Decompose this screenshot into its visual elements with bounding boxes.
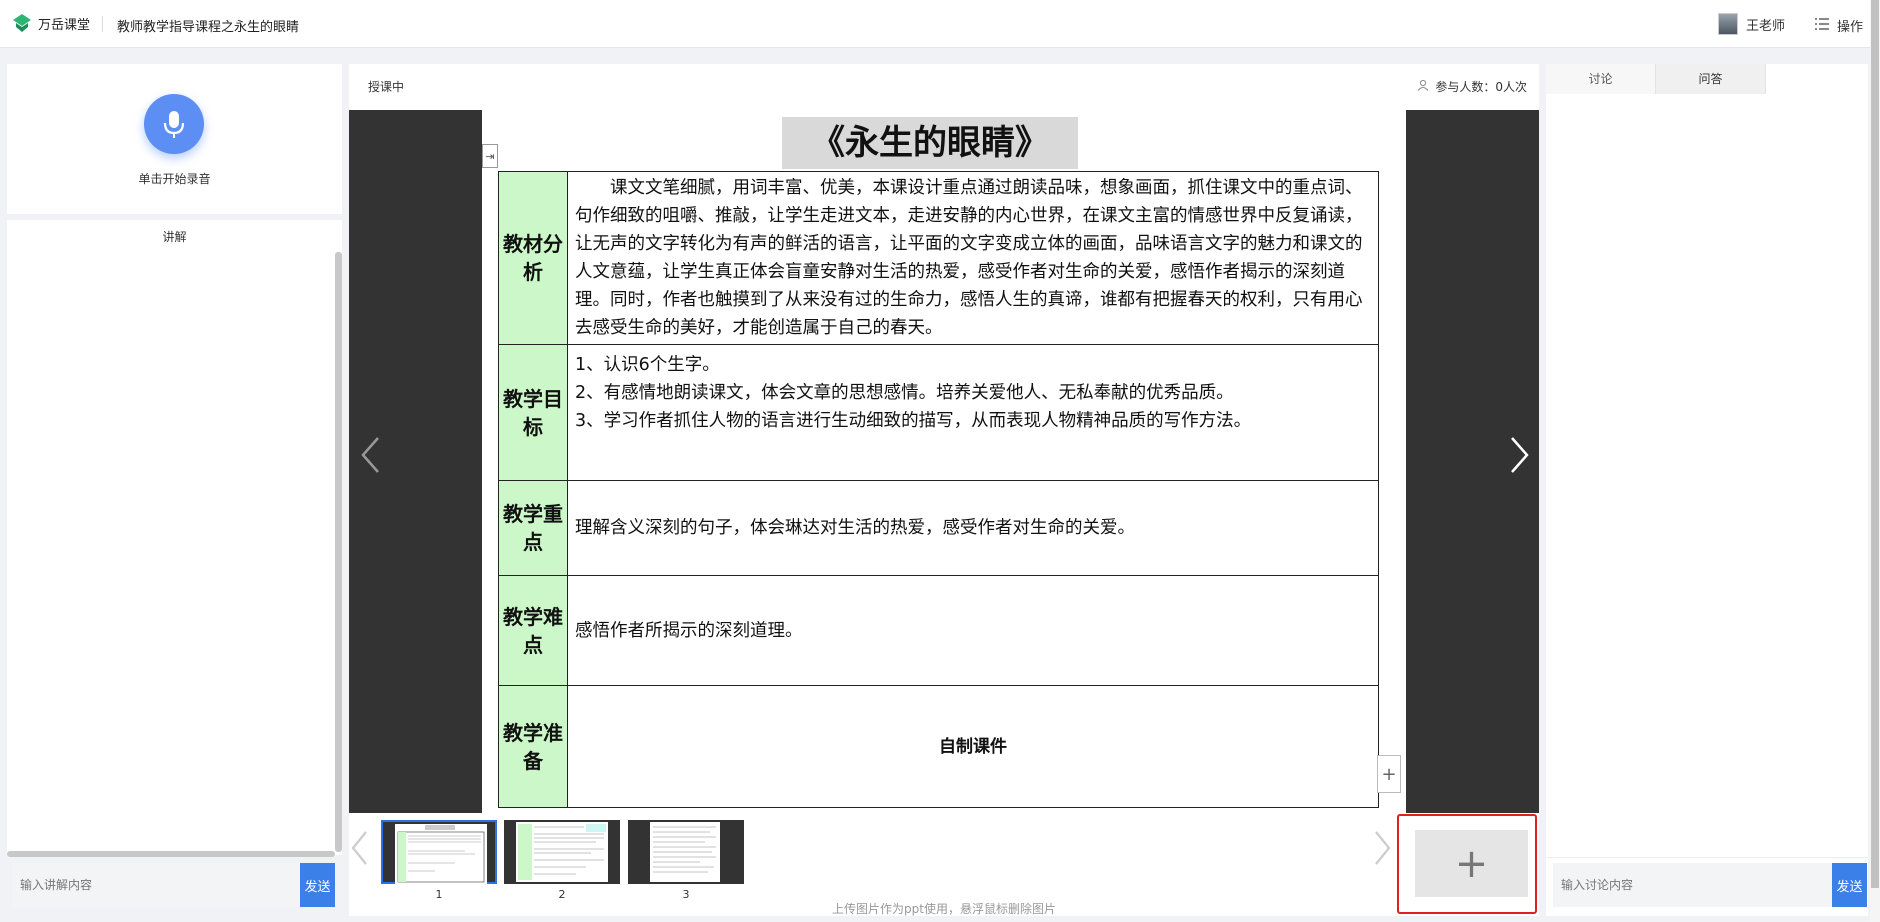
brand-logo[interactable]: 万岳课堂 <box>12 13 90 33</box>
interaction-tabs: 讨论 问答 <box>1546 64 1766 94</box>
header-divider <box>102 16 103 32</box>
tab-discussion[interactable]: 讨论 <box>1546 64 1656 94</box>
participant-text: 参与人数：0人次 <box>1435 80 1527 94</box>
row-label: 教学目标 <box>498 344 568 481</box>
course-title: 教师教学指导课程之永生的眼睛 <box>117 20 300 35</box>
thumbnail-image <box>395 824 487 884</box>
chevron-left-icon <box>351 831 367 865</box>
slide-thumbnail-2[interactable] <box>504 820 620 884</box>
row-text: 理解含义深刻的句子，体会琳达对生活的热爱，感受作者对生命的关爱。 <box>567 480 1379 576</box>
page-scrollbar[interactable] <box>1870 0 1880 922</box>
chevron-right-icon <box>1511 437 1529 473</box>
row-label: 教学重点 <box>498 480 568 576</box>
row-text: 自制课件 <box>567 685 1379 808</box>
microphone-icon <box>163 111 185 138</box>
user-icon <box>1417 79 1429 94</box>
table-row: 教学难点 感悟作者所揭示的深刻道理。 <box>498 575 1379 686</box>
collapse-icon[interactable]: ⇥ <box>482 144 498 168</box>
record-button[interactable] <box>144 94 204 154</box>
explain-panel: 讲解 <box>7 220 342 857</box>
add-image-button[interactable]: + <box>1415 830 1528 897</box>
goal-line: 3、学习作者抓住人物的语言进行生动细致的描写，从而表现人物精神品质的写作方法。 <box>575 411 1252 431</box>
prev-slide-button[interactable] <box>359 435 381 482</box>
row-text: 课文文笔细腻，用词丰富、优美，本课设计重点通过朗读品味，想象画面，抓住课文中的重… <box>567 171 1379 345</box>
logo-icon <box>12 13 32 33</box>
record-label: 单击开始录音 <box>138 172 211 186</box>
avatar <box>1718 13 1738 35</box>
table-row: 教材分析 课文文笔细腻，用词丰富、优美，本课设计重点通过朗读品味，想象画面，抓住… <box>498 171 1379 345</box>
slide-page: 《永生的眼睛》 ⇥ 教材分析 课文文笔细腻，用词丰富、优美，本课设计重点通过朗读… <box>482 110 1406 813</box>
thumbnail-image <box>516 822 608 882</box>
slide-thumbnail-1[interactable] <box>381 820 497 884</box>
user-name: 王老师 <box>1746 18 1786 34</box>
menu-icon <box>1815 17 1829 34</box>
row-text: 感悟作者所揭示的深刻道理。 <box>567 575 1379 686</box>
user-menu[interactable]: 王老师 <box>1718 13 1785 35</box>
discussion-input[interactable] <box>1553 863 1838 907</box>
explain-title: 讲解 <box>162 230 187 244</box>
table-row: 教学重点 理解含义深刻的句子，体会琳达对生活的热爱，感受作者对生命的关爱。 <box>498 480 1379 576</box>
presentation-panel: 授课中 参与人数：0人次 《永生的眼睛》 ⇥ 教材分析 课文文笔细腻，用词丰富、… <box>349 64 1539 916</box>
slide-title: 《永生的眼睛》 <box>782 117 1078 169</box>
explain-scrollbar[interactable] <box>335 252 342 852</box>
lesson-plan-table: 教材分析 课文文笔细腻，用词丰富、优美，本课设计重点通过朗读品味，想象画面，抓住… <box>498 171 1379 808</box>
chevron-left-icon <box>361 437 379 473</box>
add-image-area: + <box>1397 814 1537 914</box>
top-header: 万岳课堂 教师教学指导课程之永生的眼睛 王老师 操作 <box>0 0 1880 48</box>
zoom-in-button[interactable]: + <box>1377 755 1401 793</box>
table-row: 教学准备 自制课件 <box>498 685 1379 808</box>
slide-thumbnail-3[interactable] <box>628 820 744 884</box>
tab-qa[interactable]: 问答 <box>1656 64 1766 94</box>
row-label: 教学难点 <box>498 575 568 686</box>
class-status: 授课中 <box>368 80 405 94</box>
row-text: 1、认识6个生字。 2、有感情地朗读课文，体会文章的思想感情。培养关爱他人、无私… <box>567 344 1379 481</box>
operations-menu[interactable]: 操作 <box>1815 16 1863 35</box>
page-scrollbar-thumb[interactable] <box>1871 0 1879 888</box>
slide-viewer: 《永生的眼睛》 ⇥ 教材分析 课文文笔细腻，用词丰富、优美，本课设计重点通过朗读… <box>349 110 1539 813</box>
interaction-panel: 讨论 问答 <box>1546 64 1868 916</box>
explain-send-button[interactable]: 发送 <box>300 863 335 907</box>
thumb-next-button[interactable] <box>1373 828 1393 876</box>
row-label: 教学准备 <box>498 685 568 808</box>
recording-panel: 单击开始录音 <box>7 64 342 214</box>
brand-name: 万岳课堂 <box>38 17 91 33</box>
chevron-right-icon <box>1375 831 1391 865</box>
discussion-send-button[interactable]: 发送 <box>1832 863 1867 907</box>
goal-line: 2、有感情地朗读课文，体会文章的思想感情。培养关爱他人、无私奉献的优秀品质。 <box>575 383 1234 403</box>
explain-hscrollbar[interactable] <box>7 851 335 857</box>
table-row: 教学目标 1、认识6个生字。 2、有感情地朗读课文，体会文章的思想感情。培养关爱… <box>498 344 1379 481</box>
operations-label: 操作 <box>1837 20 1864 35</box>
next-slide-button[interactable] <box>1509 435 1531 482</box>
explain-input[interactable] <box>12 863 300 907</box>
participant-count: 参与人数：0人次 <box>1417 78 1527 95</box>
thumb-prev-button[interactable] <box>349 828 369 876</box>
thumbnail-image <box>650 822 720 882</box>
row-label: 教材分析 <box>498 171 568 345</box>
upload-hint: 上传图片作为ppt使用，悬浮鼠标删除图片 <box>832 902 1056 916</box>
thumbnail-bar: 1 2 3 + 上传图片作为ppt使用，悬浮鼠标删除图片 <box>349 814 1539 916</box>
goal-line: 1、认识6个生字。 <box>575 355 720 375</box>
